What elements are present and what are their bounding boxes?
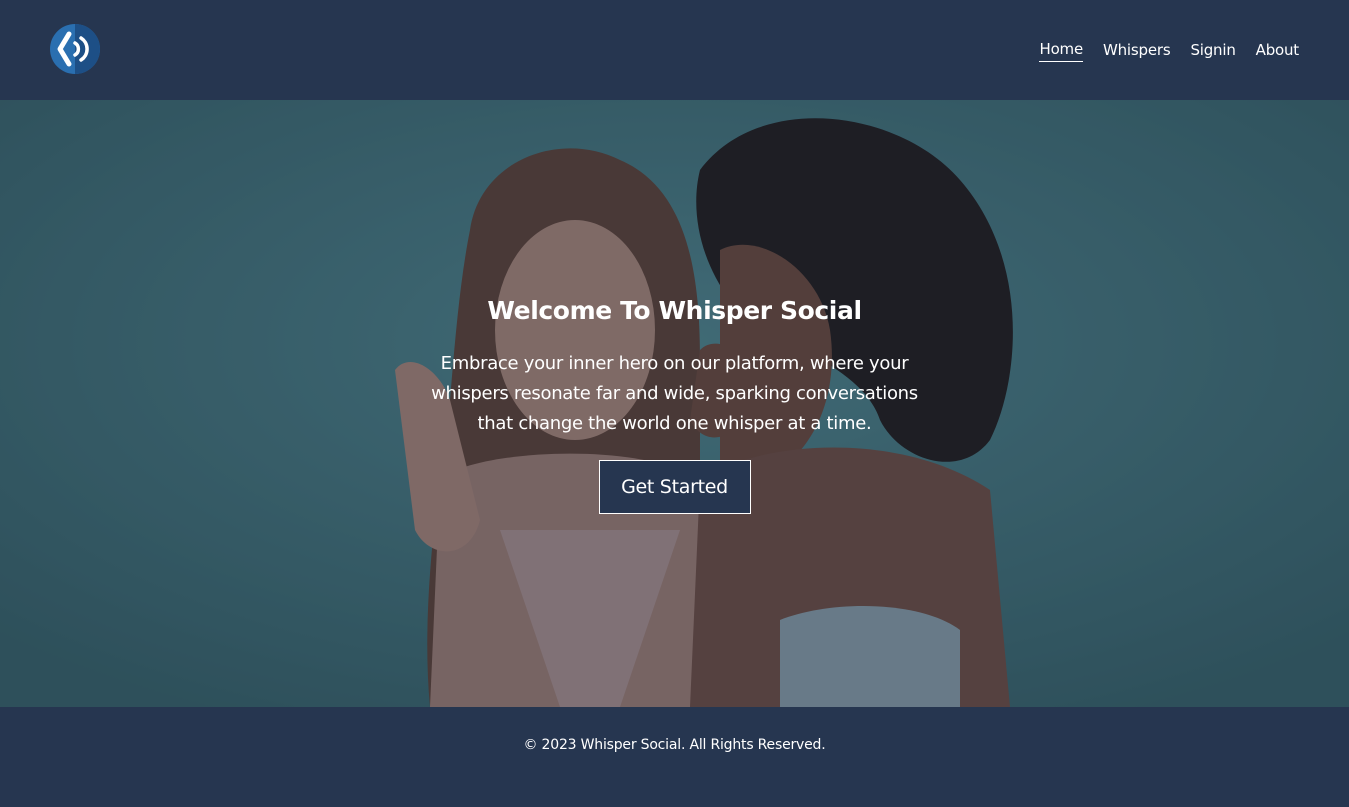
whisper-sound-icon[interactable] — [50, 24, 100, 74]
nav-home-link[interactable]: Home — [1039, 40, 1083, 62]
nav-about-link[interactable]: About — [1256, 41, 1300, 62]
copyright-text: © 2023 Whisper Social. All Rights Reserv… — [523, 737, 826, 753]
hero-content: Welcome To Whisper Social Embrace your i… — [0, 296, 1349, 514]
site-header: Home Whispers Signin About — [0, 0, 1349, 100]
nav-signin-link[interactable]: Signin — [1190, 41, 1235, 62]
hero-section: Welcome To Whisper Social Embrace your i… — [0, 100, 1349, 707]
main-nav: Home Whispers Signin About — [1039, 40, 1299, 62]
nav-whispers-link[interactable]: Whispers — [1103, 41, 1171, 62]
get-started-button[interactable]: Get Started — [598, 460, 751, 514]
hero-title: Welcome To Whisper Social — [487, 296, 862, 325]
hero-description: Embrace your inner hero on our platform,… — [431, 353, 918, 434]
site-footer: © 2023 Whisper Social. All Rights Reserv… — [0, 707, 1349, 807]
